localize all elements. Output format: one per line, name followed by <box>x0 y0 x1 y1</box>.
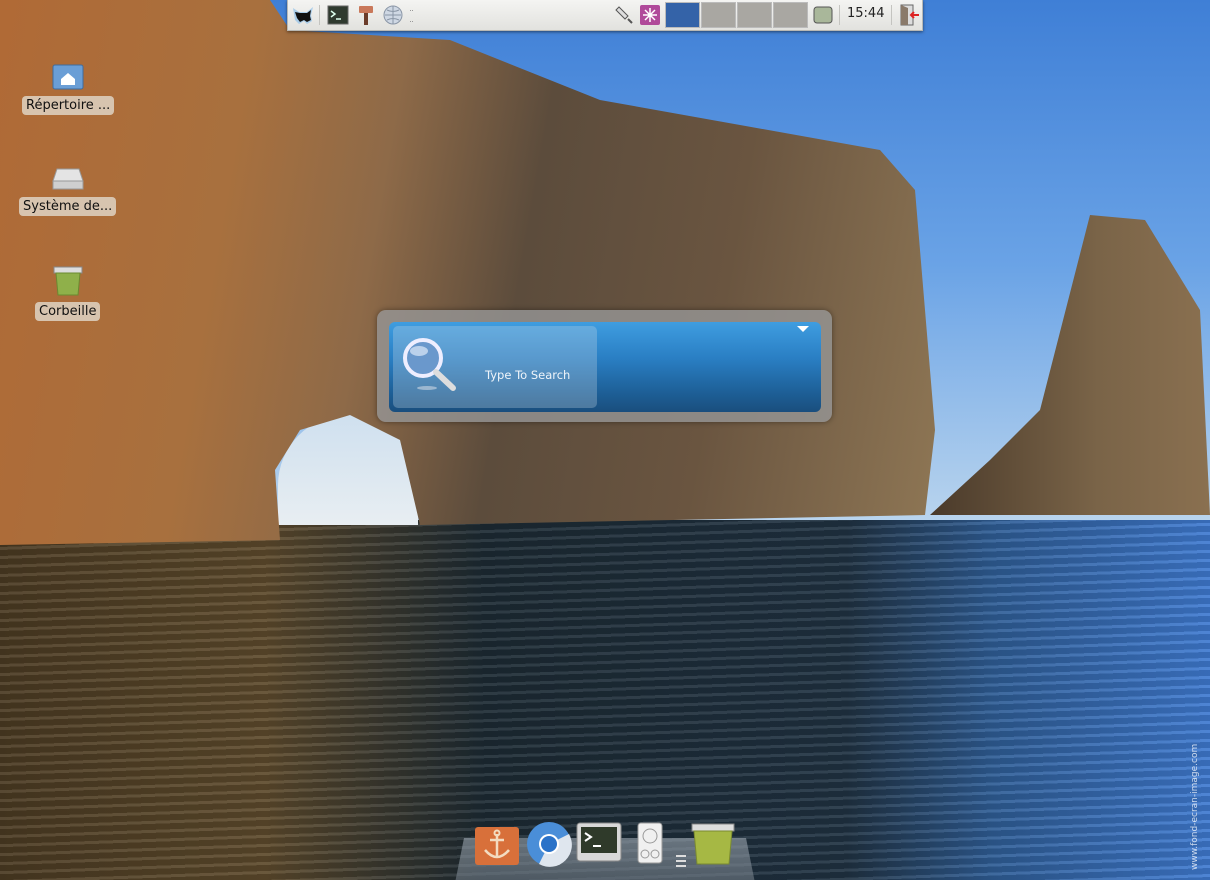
magnifier-icon <box>403 338 456 391</box>
terminal-icon[interactable] <box>327 4 349 26</box>
clock[interactable]: 15:44 <box>847 6 884 21</box>
home-folder-icon <box>52 64 84 90</box>
watermark: www.fond-ecran-image.com <box>1190 743 1200 870</box>
logout-icon[interactable] <box>898 4 920 26</box>
search-input[interactable]: Type To Search <box>389 322 821 412</box>
terminal-icon[interactable] <box>576 822 622 862</box>
workspace-1[interactable] <box>665 2 700 28</box>
chromium-icon[interactable] <box>525 820 573 868</box>
screenshot-icon[interactable] <box>812 4 834 26</box>
top-panel: 15:44 <box>287 0 923 31</box>
separator <box>839 5 840 25</box>
search-placeholder: Type To Search <box>485 368 571 382</box>
trash-icon[interactable] <box>690 822 736 866</box>
trash-icon <box>53 266 83 296</box>
mouse-logo-icon[interactable] <box>291 4 315 26</box>
desktop-icon-filesystem[interactable]: Système de... <box>19 165 117 216</box>
network-icon[interactable] <box>613 4 635 26</box>
dropdown-arrow-icon[interactable] <box>797 326 809 332</box>
workspace-4[interactable] <box>773 2 808 28</box>
desktop-icon-label: Répertoire ... <box>22 96 115 115</box>
separator <box>891 5 892 25</box>
paintbrush-icon[interactable] <box>356 4 376 26</box>
workspace-3[interactable] <box>737 2 772 28</box>
desktop-icon-trash[interactable]: Corbeille <box>35 264 101 321</box>
desktop-icon-label: Corbeille <box>35 302 101 321</box>
globe-icon[interactable] <box>382 4 404 26</box>
desktop-icon-home[interactable]: Répertoire ... <box>22 62 115 115</box>
workspace-2[interactable] <box>701 2 736 28</box>
separator <box>319 5 320 25</box>
panel-handle[interactable] <box>410 10 413 22</box>
search-launcher: Type To Search <box>377 310 832 422</box>
notification-icon[interactable] <box>639 4 661 26</box>
harddisk-icon[interactable] <box>636 822 664 864</box>
dock-menu-icon[interactable] <box>676 855 686 867</box>
desktop-icon-label: Système de... <box>19 197 117 216</box>
desktop-wallpaper <box>0 0 1210 880</box>
drive-icon <box>51 168 84 190</box>
anchor-icon[interactable] <box>474 826 520 866</box>
